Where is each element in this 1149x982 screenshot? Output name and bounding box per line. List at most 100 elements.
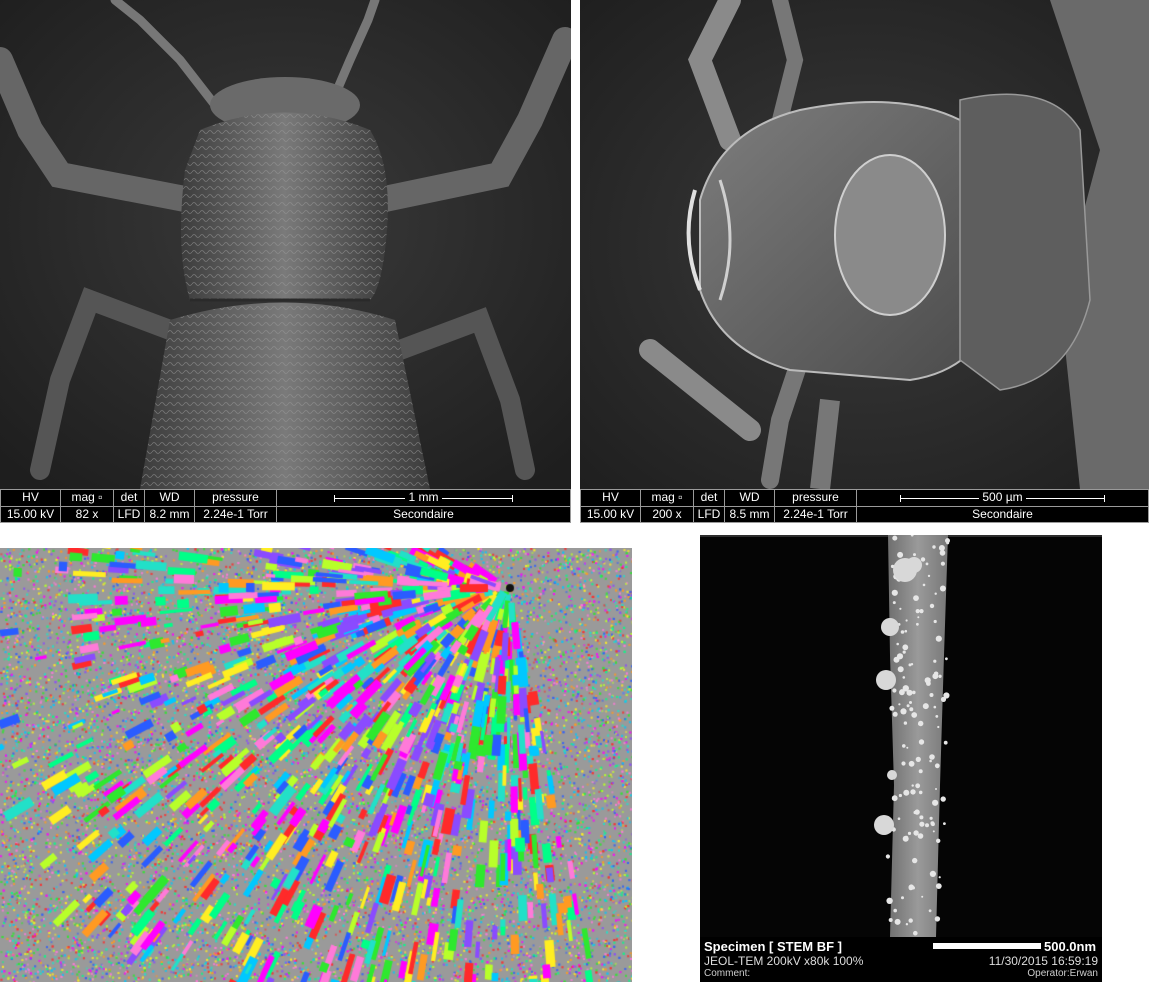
nanoparticle xyxy=(917,616,920,619)
stem-operator: Operator:Erwan xyxy=(1027,968,1098,979)
nanoparticle xyxy=(908,884,915,890)
nanoparticle xyxy=(898,793,902,798)
nanoparticle xyxy=(926,681,931,686)
nanoparticle xyxy=(940,696,947,702)
nanoparticle xyxy=(927,574,931,578)
nanoparticle xyxy=(892,711,898,717)
nanoparticle xyxy=(899,607,902,610)
nanoparticle xyxy=(904,629,908,633)
sem-databar-2: HV mag ▫ det WD pressure 500 µm 15.00 kV… xyxy=(580,489,1149,523)
nanoparticle xyxy=(894,918,901,925)
nanoparticle xyxy=(896,653,904,660)
nanoparticle xyxy=(908,760,915,767)
stem-panel: Specimen [ STEM BF ] 500.0nm JEOL-TEM 20… xyxy=(700,535,1102,982)
wd-value: 8.2 mm xyxy=(144,505,195,523)
nanoparticle xyxy=(906,557,922,573)
sem-panel-2: HV mag ▫ det WD pressure 500 µm 15.00 kV… xyxy=(580,0,1149,523)
square-icon: ▫ xyxy=(678,490,683,505)
nanoparticle xyxy=(925,823,929,828)
detector-mode: Secondaire xyxy=(856,505,1149,523)
pressure-value: 2.24e-1 Torr xyxy=(774,505,857,523)
nanoparticle xyxy=(906,704,910,708)
nanoparticle xyxy=(936,838,941,843)
nanoparticle xyxy=(900,630,905,634)
nanoparticle xyxy=(900,708,907,715)
nanoparticle xyxy=(909,707,914,712)
nanoparticle xyxy=(911,712,918,718)
nanoparticle xyxy=(897,666,904,673)
nanoparticle xyxy=(913,595,919,601)
nanoparticle xyxy=(888,918,893,922)
nanoparticle xyxy=(922,703,929,710)
nanoparticle xyxy=(891,795,898,802)
nanoparticle xyxy=(915,756,921,762)
scale-bar-label: 1 mm xyxy=(408,490,439,505)
sem-image-insect-head xyxy=(580,0,1149,489)
nanoparticle xyxy=(889,705,895,711)
nanoparticle xyxy=(935,788,937,790)
nanoparticle xyxy=(897,817,901,820)
nanoparticle xyxy=(918,720,924,727)
sem-image-beetle-dorsal xyxy=(0,0,571,489)
nanoparticle xyxy=(929,754,935,760)
square-icon: ▫ xyxy=(98,490,103,505)
nanoparticle xyxy=(902,650,906,654)
nanoparticle xyxy=(922,583,926,587)
nanoparticle xyxy=(925,562,929,566)
wd-value: 8.5 mm xyxy=(724,505,775,523)
nanoparticle xyxy=(929,759,932,763)
nanoparticle xyxy=(929,693,934,697)
nanoparticle xyxy=(913,553,916,557)
nanoparticle xyxy=(911,784,914,787)
nanoparticle xyxy=(892,535,898,541)
nanoparticle xyxy=(943,822,946,825)
nanoparticle xyxy=(907,831,912,835)
stem-scale-label: 500.0nm xyxy=(1044,939,1097,954)
nanoparticle xyxy=(902,644,909,651)
nanoparticle xyxy=(919,815,924,820)
nanoparticle xyxy=(910,789,916,795)
nanoparticle xyxy=(932,799,939,806)
nanoparticle xyxy=(920,557,926,562)
nanoparticle xyxy=(938,876,941,879)
nanoparticle xyxy=(903,721,908,725)
hv-value: 15.00 kV xyxy=(580,505,641,523)
nanoparticle xyxy=(933,659,937,663)
stem-image-nanowire xyxy=(700,535,1102,937)
nanoparticle xyxy=(929,870,936,877)
sem-databar-1: HV mag ▫ det WD pressure 1 mm 15.00 kV 8… xyxy=(0,489,571,523)
nanoparticle xyxy=(886,897,893,904)
nanoparticle xyxy=(919,609,924,614)
nanoparticle xyxy=(945,538,950,544)
nanoparticle xyxy=(933,705,937,709)
scale-bar: 1 mm xyxy=(276,489,571,507)
nanoparticle xyxy=(938,545,945,551)
nanoparticle xyxy=(892,688,897,693)
nanoparticle xyxy=(930,822,935,827)
hv-header: HV xyxy=(0,489,61,507)
nanoparticle xyxy=(932,545,936,549)
nanoparticle xyxy=(891,589,898,596)
scale-bar: 500 µm xyxy=(856,489,1149,507)
ebsd-orientation-map xyxy=(0,548,632,982)
nanoparticle xyxy=(921,895,924,898)
nanoparticle xyxy=(919,821,925,827)
nanoparticle xyxy=(899,689,905,696)
nanoparticle xyxy=(937,725,940,729)
nanoparticle xyxy=(939,550,946,556)
nanoparticle xyxy=(934,916,941,922)
nanoparticle xyxy=(945,657,948,661)
nanoparticle xyxy=(929,603,935,609)
wd-header: WD xyxy=(144,489,195,507)
nanoparticle xyxy=(918,790,923,795)
nanoparticle xyxy=(940,561,945,566)
nanoparticle xyxy=(917,833,924,839)
pressure-header: pressure xyxy=(774,489,857,507)
nanoparticle xyxy=(908,663,912,667)
nanoparticle xyxy=(915,609,920,614)
mag-header: mag ▫ xyxy=(640,489,694,507)
nanoparticle xyxy=(876,670,896,690)
det-header: det xyxy=(113,489,145,507)
nanoparticle xyxy=(935,715,939,718)
stem-comment: Comment: xyxy=(704,968,751,979)
